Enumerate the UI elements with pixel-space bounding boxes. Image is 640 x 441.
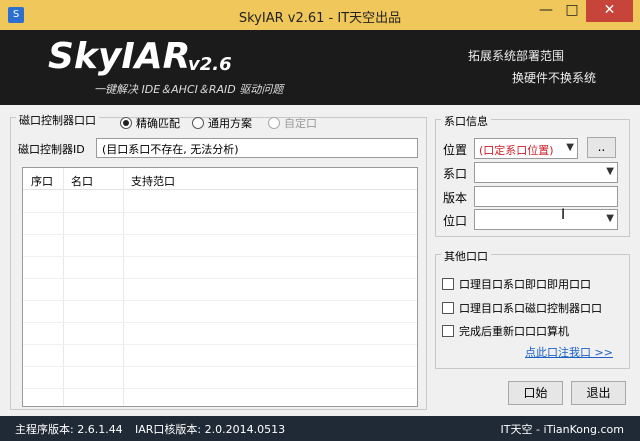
column-divider bbox=[63, 168, 64, 406]
title-bar: S SkyIAR v2.61 - IT天空出品 — □ ✕ bbox=[0, 0, 640, 30]
column-header-index[interactable]: 序口 bbox=[31, 173, 53, 189]
option-controller-checkbox[interactable]: 口理目口系口磁口控制器口口 bbox=[442, 300, 602, 316]
bits-select[interactable]: ▼ bbox=[474, 209, 618, 230]
bits-label: 位口 bbox=[443, 214, 468, 228]
chevron-down-icon: ▼ bbox=[606, 213, 614, 224]
radio-generic[interactable]: 通用方案 bbox=[192, 115, 252, 131]
radio-generic-label: 通用方案 bbox=[208, 117, 252, 130]
location-select[interactable]: (口定系口位置) ▼ bbox=[474, 138, 578, 159]
checkbox-box bbox=[442, 325, 454, 337]
chevron-down-icon: ▼ bbox=[566, 142, 574, 153]
chevron-down-icon: ▼ bbox=[606, 166, 614, 177]
browse-button[interactable]: .. bbox=[587, 137, 616, 158]
maximize-button[interactable]: □ bbox=[559, 0, 585, 22]
version-field[interactable] bbox=[474, 186, 618, 207]
banner-logo-title: SkyIAR bbox=[48, 36, 191, 77]
status-bar: 主程序版本: 2.6.1.44 IAR口核版本: 2.0.2014.0513 I… bbox=[0, 416, 640, 441]
location-label: 位置 bbox=[443, 143, 468, 157]
main-version-text: 主程序版本: 2.6.1.44 bbox=[15, 423, 123, 436]
register-link[interactable]: 点此口注我口 >> bbox=[525, 344, 613, 360]
minimize-button[interactable]: — bbox=[533, 0, 559, 22]
row-divider bbox=[23, 212, 417, 213]
radio-generic-indicator bbox=[192, 117, 204, 129]
column-header-support[interactable]: 支持范口 bbox=[131, 173, 175, 189]
row-divider bbox=[23, 234, 417, 235]
radio-exact-match[interactable]: 精确匹配 bbox=[120, 115, 180, 131]
app-banner: SkyIAR v2.6 一键解决 IDE＆AHCI＆RAID 驱动问题 拓展系统… bbox=[0, 30, 640, 105]
banner-version: v2.6 bbox=[188, 54, 232, 75]
row-divider bbox=[23, 256, 417, 257]
checkbox-box bbox=[442, 278, 454, 290]
system-select[interactable]: ▼ bbox=[474, 162, 618, 183]
system-label: 系口 bbox=[443, 167, 468, 181]
core-version-text: IAR口核版本: 2.0.2014.0513 bbox=[135, 423, 286, 436]
controller-id-field[interactable]: (目口系口不存在, 无法分析) bbox=[96, 138, 418, 158]
website-link[interactable]: IT天空 - iTianKong.com bbox=[501, 421, 624, 437]
controller-id-label: 磁口控制器ID bbox=[18, 143, 85, 156]
system-info-group-label: 系口信息 bbox=[441, 113, 491, 129]
option-pnp-label: 口理目口系口即口即用口口 bbox=[459, 278, 591, 291]
radio-custom-indicator bbox=[268, 117, 280, 129]
banner-slogan-2: 换硬件不换系统 bbox=[511, 71, 596, 85]
row-divider bbox=[23, 366, 417, 367]
other-options-group-label: 其他口口 bbox=[441, 248, 491, 264]
checkbox-box bbox=[442, 302, 454, 314]
row-divider bbox=[23, 300, 417, 301]
version-label: 版本 bbox=[443, 191, 468, 205]
row-divider bbox=[23, 388, 417, 389]
row-divider bbox=[23, 322, 417, 323]
text-cursor-icon: I bbox=[561, 207, 566, 223]
start-button[interactable]: 口始 bbox=[508, 381, 563, 405]
column-divider bbox=[123, 168, 124, 406]
option-pnp-checkbox[interactable]: 口理目口系口即口即用口口 bbox=[442, 276, 591, 292]
option-restart-checkbox[interactable]: 完成后重新口口口算机 bbox=[442, 323, 569, 339]
radio-exact-match-indicator bbox=[120, 117, 132, 129]
banner-subtitle: 一键解决 IDE＆AHCI＆RAID 驱动问题 bbox=[94, 83, 284, 96]
driver-list-table[interactable]: 序口 名口 支持范口 bbox=[22, 167, 418, 407]
option-restart-label: 完成后重新口口口算机 bbox=[459, 325, 569, 338]
radio-custom: 自定口 bbox=[268, 115, 317, 131]
column-header-name[interactable]: 名口 bbox=[71, 173, 93, 189]
option-controller-label: 口理目口系口磁口控制器口口 bbox=[459, 302, 602, 315]
table-header: 序口 名口 支持范口 bbox=[23, 168, 417, 190]
location-select-value: (口定系口位置) bbox=[479, 144, 554, 157]
exit-button[interactable]: 退出 bbox=[571, 381, 626, 405]
controller-driver-group-label: 磁口控制器口口 bbox=[16, 112, 99, 128]
radio-exact-match-label: 精确匹配 bbox=[136, 117, 180, 130]
banner-slogan-1: 拓展系统部署范围 bbox=[467, 49, 564, 63]
close-button[interactable]: ✕ bbox=[586, 0, 633, 22]
row-divider bbox=[23, 344, 417, 345]
radio-custom-label: 自定口 bbox=[284, 117, 317, 130]
row-divider bbox=[23, 278, 417, 279]
